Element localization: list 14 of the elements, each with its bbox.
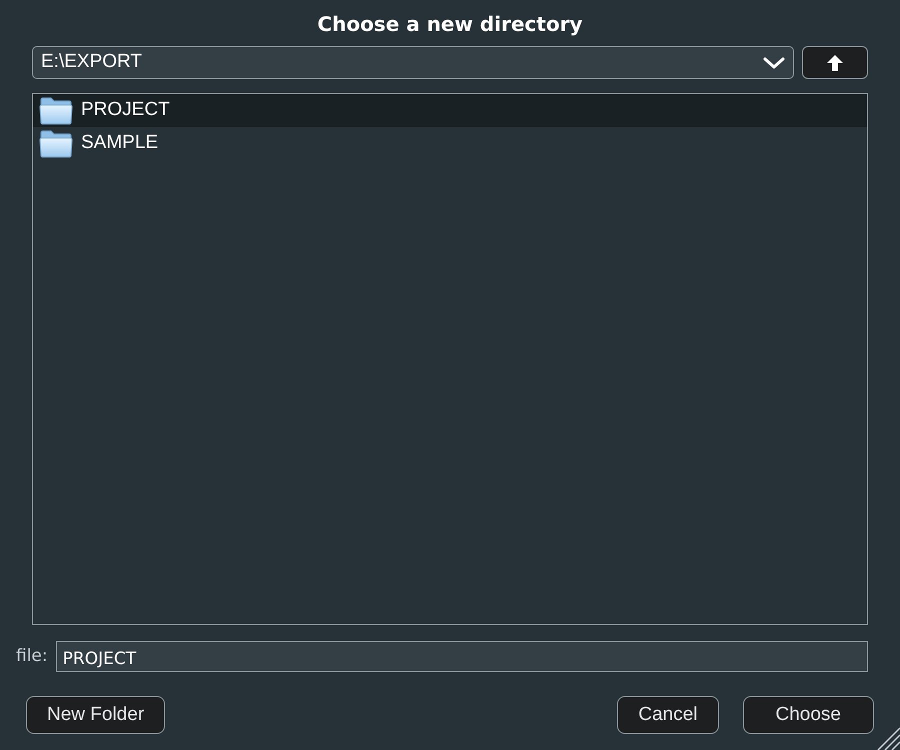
dialog-button[interactable]: Choose [742,696,874,734]
folder-item[interactable]: SAMPLE [33,127,867,160]
arrow-up-icon [826,54,844,72]
folder-icon [39,128,73,158]
dialog-title: Choose a new directory [316,11,584,38]
folder-icon [39,96,73,126]
chevron-down-icon [763,56,785,68]
dialog-button[interactable]: New Folder [26,696,166,734]
file-name-field[interactable]: PROJECT [56,641,868,672]
dialog-button[interactable]: Cancel [617,696,718,734]
folder-item[interactable]: PROJECT [33,94,867,127]
file-label: file: [16,644,48,668]
path-dropdown[interactable]: E:\EXPORT [32,46,794,79]
up-button[interactable] [802,46,868,79]
